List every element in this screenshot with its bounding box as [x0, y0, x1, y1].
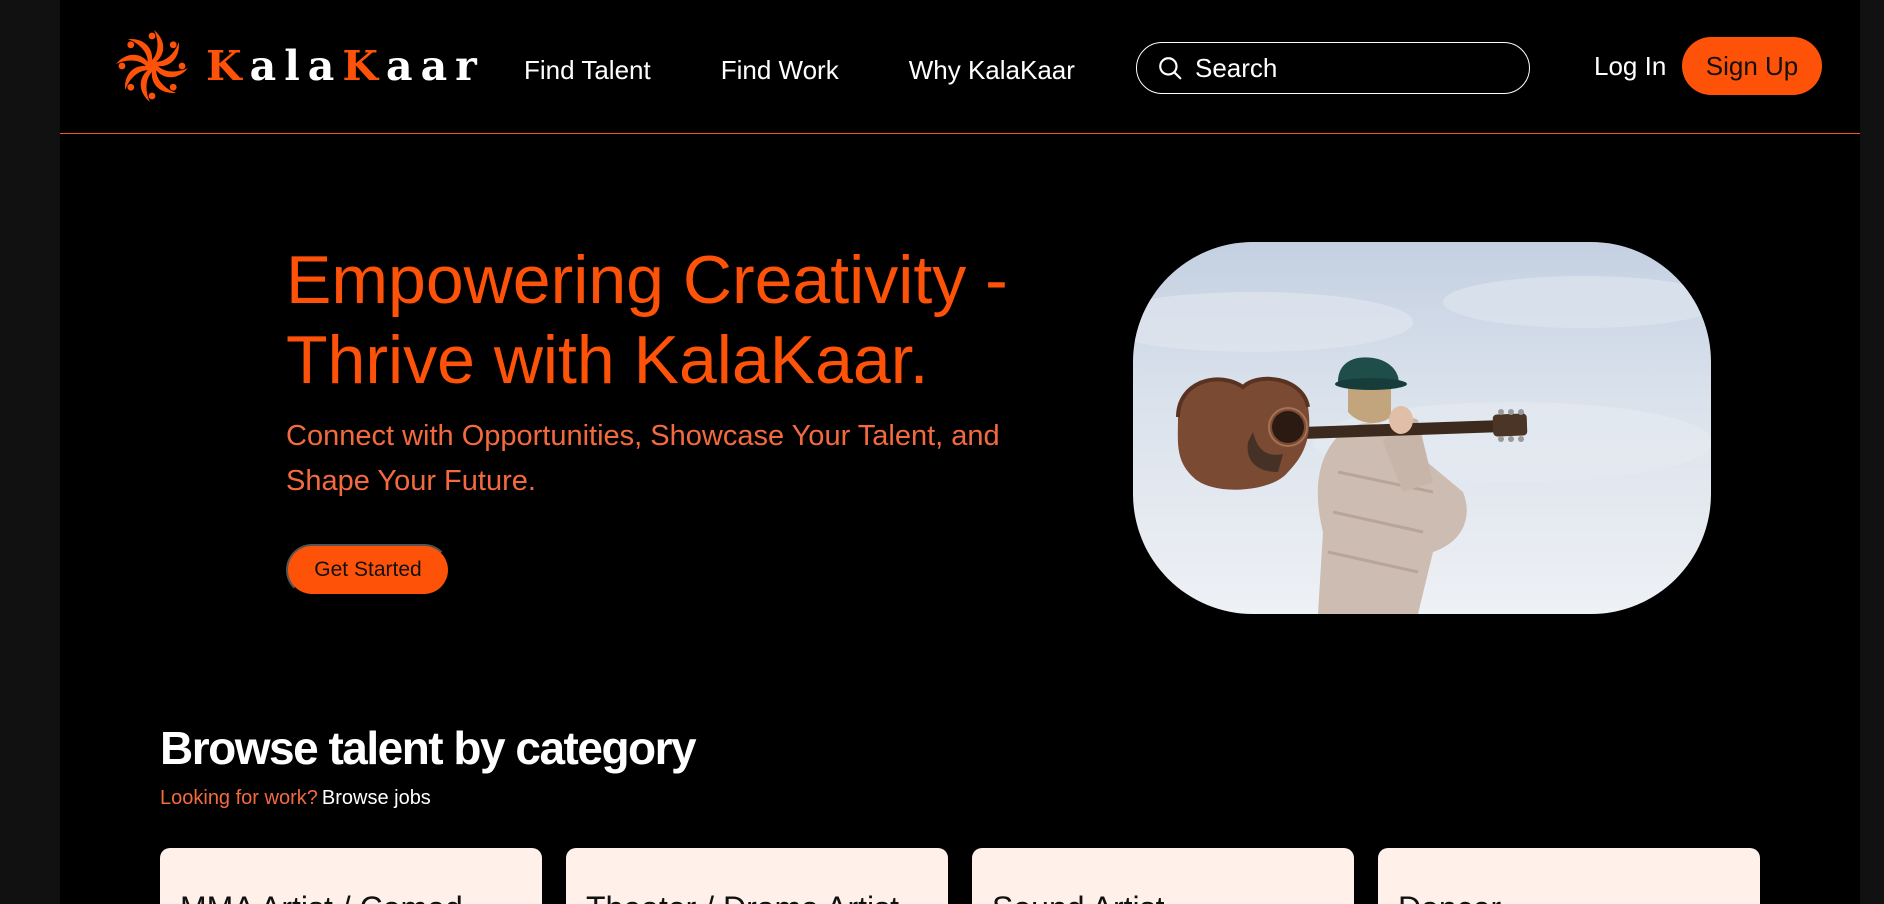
main-nav: Find Talent Find Work Why KalaKaar	[524, 52, 1145, 88]
browse-subtitle: Looking for work? Browse jobs	[160, 785, 431, 811]
category-card-label: Sound Artist	[992, 890, 1165, 904]
nav-find-work[interactable]: Find Work	[721, 52, 839, 88]
category-card-label: Dancer	[1398, 890, 1501, 904]
category-card-label: Theater / Drama Artist	[586, 890, 899, 904]
category-card[interactable]: MMA Artist / Comed	[160, 848, 542, 904]
search-input[interactable]	[1195, 52, 1515, 84]
category-cards: MMA Artist / Comed Theater / Drama Artis…	[160, 848, 1784, 904]
brand-wordmark: KalaKaar	[206, 42, 485, 90]
signup-button[interactable]: Sign Up	[1682, 37, 1822, 95]
nav-why-kalakaar[interactable]: Why KalaKaar	[909, 52, 1075, 88]
category-card[interactable]: Dancer	[1378, 848, 1760, 904]
category-card[interactable]: Theater / Drama Artist	[566, 848, 948, 904]
browse-title: Browse talent by category	[160, 722, 697, 774]
login-link[interactable]: Log In	[1594, 48, 1666, 84]
category-card[interactable]: Sound Artist	[972, 848, 1354, 904]
search-box[interactable]	[1136, 42, 1530, 94]
looking-for-work-text: Looking for work?	[160, 787, 318, 809]
sunburst-logo-icon	[116, 30, 188, 102]
nav-find-talent[interactable]: Find Talent	[524, 52, 651, 88]
browse-jobs-link[interactable]: Browse jobs	[322, 787, 431, 809]
hero-subtitle: Connect with Opportunities, Showcase You…	[286, 420, 1000, 497]
get-started-button[interactable]: Get Started	[286, 544, 450, 596]
brand-logo[interactable]: KalaKaar	[112, 26, 485, 106]
site-header: KalaKaar Find Talent Find Work Why KalaK…	[60, 0, 1860, 134]
page: KalaKaar Find Talent Find Work Why KalaK…	[60, 0, 1860, 904]
category-card-label: MMA Artist / Comed	[180, 890, 463, 904]
hero-title: Empowering Creativity - Thrive with Kala…	[286, 242, 1008, 398]
search-icon	[1159, 57, 1182, 80]
hero-image	[1133, 242, 1711, 614]
